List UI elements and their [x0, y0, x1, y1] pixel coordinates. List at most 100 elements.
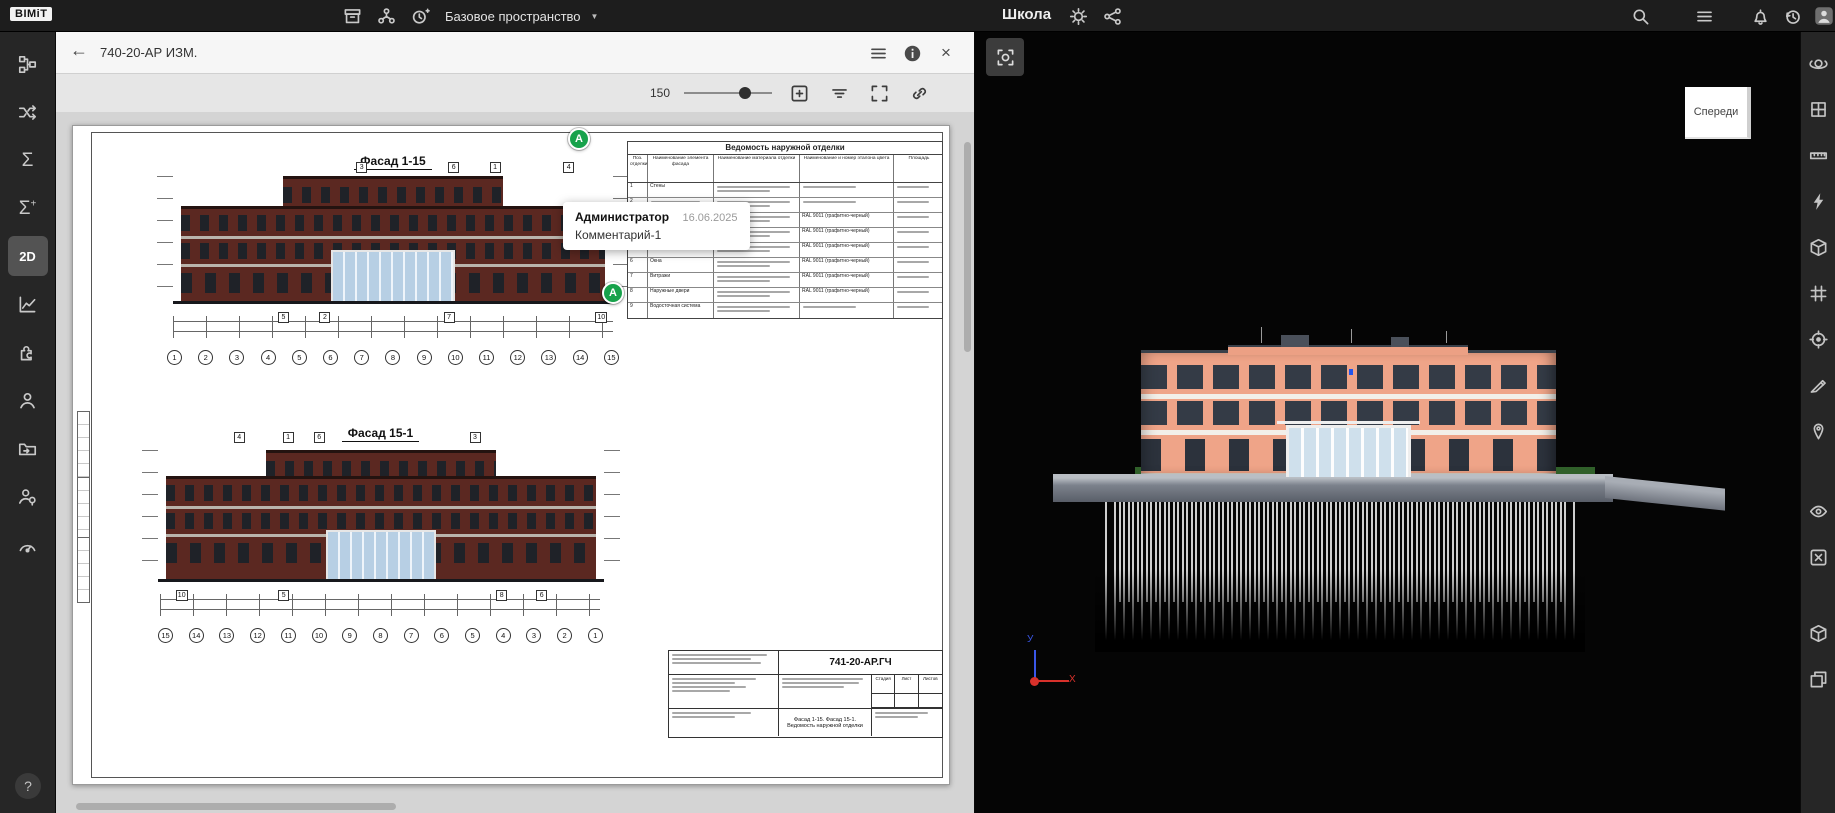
grid-bubble: 13 [541, 350, 556, 365]
overlay-icon[interactable] [1807, 668, 1830, 691]
facade-1-15-grid-bubbles: 123456789101112131415 [167, 350, 619, 365]
sheet-list-icon[interactable] [866, 41, 890, 65]
model-ground-ramp [1605, 476, 1725, 511]
grid-bubble: 1 [588, 628, 603, 643]
menu-list-icon[interactable] [1692, 4, 1716, 28]
drawing-sheet: Фасад 1-15 123456789101112131415 3614 52… [72, 125, 950, 785]
workspace-selector[interactable]: Базовое пространство ▼ [445, 0, 598, 32]
help-button[interactable]: ? [15, 773, 41, 799]
users-icon[interactable] [8, 380, 48, 420]
grid-bubble: 10 [312, 628, 327, 643]
stage-label: Стадия [872, 675, 895, 694]
chevron-down-icon: ▼ [591, 12, 599, 21]
axis-y-label: У [1027, 634, 1033, 645]
grid-bubble: 2 [198, 350, 213, 365]
grid-bubble: 3 [526, 628, 541, 643]
grid-bubble: 9 [342, 628, 357, 643]
storage-icon[interactable] [340, 4, 364, 28]
user-location-icon[interactable] [8, 476, 48, 516]
dashboard-icon[interactable] [8, 524, 48, 564]
finish-table-header-cell: Наименование материала отделки [714, 155, 800, 182]
keynote-box: 8 [496, 590, 507, 601]
comment-tooltip: Администратор 16.06.2025 Комментарий-1 [563, 202, 750, 250]
grid-bubble: 7 [354, 350, 369, 365]
search-icon[interactable] [1628, 4, 1652, 28]
plugins-icon[interactable] [8, 332, 48, 372]
title-block: 741-20-АР.ГЧ Стадия Лист Листов Фасад 1-… [668, 650, 943, 738]
grid-bubble: 14 [189, 628, 204, 643]
share-icon[interactable] [1100, 4, 1124, 28]
visibility-icon[interactable] [1807, 500, 1830, 523]
measure-icon[interactable] [1807, 144, 1830, 167]
info-icon[interactable] [900, 41, 924, 65]
team-icon[interactable] [374, 4, 398, 28]
model-blue-marker [1349, 369, 1353, 375]
workspace-label: Базовое пространство [445, 9, 581, 24]
zoom-slider-knob[interactable] [739, 87, 751, 99]
keynote-box: 10 [176, 590, 188, 601]
app-logo[interactable]: BIMiT [10, 7, 52, 21]
viewer-3d-panel[interactable]: Спереди У X [975, 32, 1800, 813]
grid-bubble: 3 [229, 350, 244, 365]
grid-bubble: 5 [292, 350, 307, 365]
facade-1-15-drawing: Фасад 1-15 123456789101112131415 3614 52… [163, 154, 623, 402]
history-icon[interactable] [408, 4, 432, 28]
structure-tree-icon[interactable] [8, 44, 48, 84]
view-cube[interactable]: Спереди [1685, 87, 1751, 139]
filter-lines-icon[interactable] [826, 80, 852, 106]
orbit-icon[interactable] [1807, 52, 1830, 75]
keynote-box: 6 [314, 432, 325, 443]
comment-marker-2[interactable]: А [602, 282, 624, 304]
zoom-slider[interactable] [684, 86, 772, 100]
comment-marker-1[interactable]: А [568, 128, 590, 150]
view-2d-icon[interactable]: 2D [8, 236, 48, 276]
delete-elements-icon[interactable] [1807, 546, 1830, 569]
finish-table-row: 9Водосточная система [628, 303, 942, 318]
right-toolbar [1800, 32, 1835, 813]
notifications-bell-icon[interactable] [1748, 4, 1772, 28]
pin-icon[interactable] [1807, 420, 1830, 443]
fit-screen-icon[interactable] [866, 80, 892, 106]
finish-table-header-cell: Наименование элемента фасада [648, 155, 714, 182]
keynote-box: 10 [595, 312, 607, 323]
topbar: BIMiT Базовое пространство ▼ Школа [0, 0, 1835, 32]
shared-folder-icon[interactable] [8, 428, 48, 468]
sheets-label: Листов [919, 675, 942, 694]
zoom-value: 150 [650, 86, 670, 100]
grid-bubble: 8 [373, 628, 388, 643]
vertical-scrollbar[interactable] [964, 142, 971, 352]
connections-icon[interactable] [8, 92, 48, 132]
clash-icon[interactable] [1807, 190, 1830, 213]
close-icon[interactable]: × [934, 41, 958, 65]
finish-table-row: 8Наружные двериRAL 9011 (графитно-черный… [628, 288, 942, 303]
finish-table-row: 1Стены [628, 183, 942, 198]
account-avatar[interactable] [1812, 4, 1835, 28]
recent-activity-icon[interactable] [1780, 4, 1804, 28]
model-3d[interactable] [1035, 340, 1725, 670]
keynote-box: 6 [448, 162, 459, 173]
finish-table-header-cell: Площадь [894, 155, 944, 182]
grid-bubble: 10 [448, 350, 463, 365]
focus-icon[interactable] [1807, 328, 1830, 351]
add-note-icon[interactable] [786, 80, 812, 106]
shaded-view-icon[interactable] [1807, 622, 1830, 645]
horizontal-scrollbar[interactable] [76, 803, 396, 810]
drawing-canvas[interactable]: Фасад 1-15 123456789101112131415 3614 52… [56, 112, 974, 813]
viewpoint-icon[interactable] [1807, 98, 1830, 121]
link-icon[interactable] [906, 80, 932, 106]
sum-add-icon[interactable]: Σ+ [8, 188, 48, 228]
settings-gear-icon[interactable] [1066, 4, 1090, 28]
grid-icon[interactable] [1807, 282, 1830, 305]
facade-15-1-drawing: Фасад 15-1 151413121110987654321 4163 10… [158, 426, 603, 678]
sum-icon[interactable]: Σ [8, 140, 48, 180]
view-cube-label: Спереди [1694, 106, 1739, 118]
finish-table-header: Поз. отделкиНаименование элемента фасада… [628, 155, 942, 183]
viewer-2d-toolbar: 150 [56, 74, 974, 112]
model-box-icon[interactable] [1807, 236, 1830, 259]
keynote-box: 7 [444, 312, 455, 323]
charts-icon[interactable] [8, 284, 48, 324]
viewer-2d-panel: ← 740-20-АР ИЗМ. × 150 Фасад 1-15 [56, 32, 975, 813]
back-arrow-icon[interactable]: ← [70, 40, 88, 61]
section-cut-icon[interactable] [1807, 374, 1830, 397]
view-scan-button[interactable] [986, 38, 1024, 76]
